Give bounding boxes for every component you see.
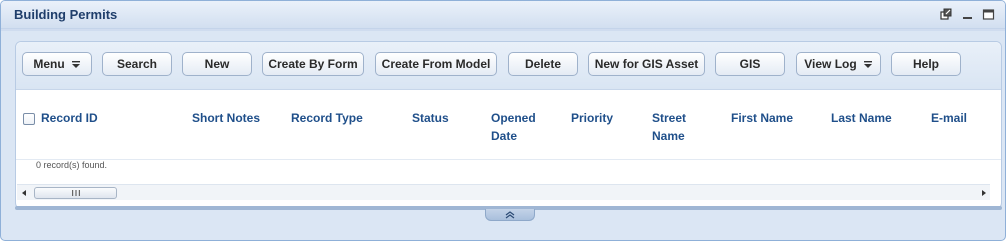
col-first-name[interactable]: First Name bbox=[731, 109, 793, 127]
dropdown-arrow-icon bbox=[863, 61, 872, 68]
col-record-type[interactable]: Record Type bbox=[291, 109, 363, 127]
menu-button-label: Menu bbox=[33, 57, 65, 71]
grip-icon bbox=[71, 190, 80, 196]
building-permits-panel: Building Permits Menu Search New Create … bbox=[0, 0, 1006, 241]
maximize-icon[interactable] bbox=[982, 8, 995, 21]
grid-separator bbox=[16, 159, 1001, 160]
scroll-right-icon[interactable] bbox=[980, 189, 988, 197]
col-status[interactable]: Status bbox=[412, 109, 449, 127]
new-button[interactable]: New bbox=[182, 52, 252, 76]
select-all-checkbox[interactable] bbox=[23, 113, 35, 125]
minimize-icon[interactable] bbox=[961, 8, 974, 21]
col-email[interactable]: E-mail bbox=[931, 109, 967, 127]
permits-list-container: Menu Search New Create By Form Create Fr… bbox=[15, 41, 1002, 209]
delete-button[interactable]: Delete bbox=[508, 52, 578, 76]
col-record-id[interactable]: Record ID bbox=[41, 109, 98, 127]
double-chevron-up-icon bbox=[505, 210, 515, 218]
scrollbar-thumb[interactable] bbox=[34, 187, 117, 199]
action-toolbar: Menu Search New Create By Form Create Fr… bbox=[16, 42, 1001, 90]
col-short-notes[interactable]: Short Notes bbox=[192, 109, 260, 127]
create-by-form-button[interactable]: Create By Form bbox=[262, 52, 364, 76]
help-button[interactable]: Help bbox=[891, 52, 961, 76]
search-button[interactable]: Search bbox=[102, 52, 172, 76]
dropdown-arrow-icon bbox=[71, 61, 80, 68]
menu-button[interactable]: Menu bbox=[22, 52, 92, 76]
window-controls bbox=[940, 8, 995, 21]
col-opened-date[interactable]: Opened Date bbox=[491, 109, 536, 145]
panel-titlebar: Building Permits bbox=[1, 1, 1005, 29]
new-for-gis-asset-button[interactable]: New for GIS Asset bbox=[588, 52, 705, 76]
scroll-left-icon[interactable] bbox=[20, 189, 28, 197]
col-street-name[interactable]: Street Name bbox=[652, 109, 686, 145]
gis-button[interactable]: GIS bbox=[715, 52, 785, 76]
grid-header: Record ID Short Notes Record Type Status… bbox=[16, 100, 1001, 160]
col-last-name[interactable]: Last Name bbox=[831, 109, 892, 127]
create-from-model-button[interactable]: Create From Model bbox=[375, 52, 497, 76]
view-log-button[interactable]: View Log bbox=[796, 52, 881, 76]
popout-icon[interactable] bbox=[940, 8, 953, 21]
collapse-button[interactable] bbox=[485, 209, 535, 221]
col-priority[interactable]: Priority bbox=[571, 109, 613, 127]
view-log-button-label: View Log bbox=[804, 57, 857, 71]
panel-title: Building Permits bbox=[14, 7, 118, 22]
record-count-status: 0 record(s) found. bbox=[36, 160, 108, 170]
horizontal-scrollbar[interactable] bbox=[17, 184, 990, 200]
